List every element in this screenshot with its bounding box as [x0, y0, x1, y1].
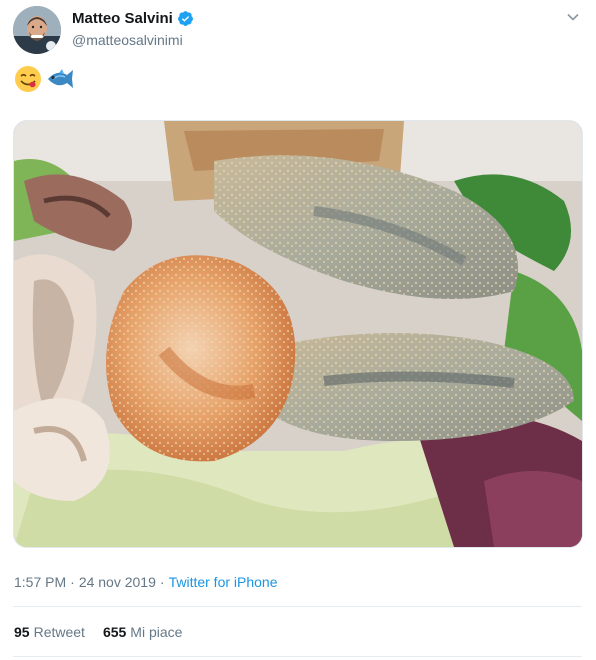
retweet-label: Retweet [33, 624, 85, 640]
user-handle[interactable]: @matteosalvinimi [72, 32, 183, 48]
like-count-link[interactable]: 655 Mi piace [103, 624, 183, 640]
verified-badge-icon [177, 10, 194, 27]
tweet-card: Matteo Salvini @matteosalvinimi 1:57 PM … [0, 0, 596, 660]
tweet-date[interactable]: 24 nov 2019 [79, 574, 156, 590]
tweet-source-link[interactable]: Twitter for iPhone [169, 574, 278, 590]
chevron-down-icon[interactable] [566, 10, 580, 24]
smiling-face-savoring-food-icon [14, 65, 42, 93]
divider [13, 656, 582, 657]
retweet-count-link[interactable]: 95 Retweet [14, 624, 85, 640]
tweet-timestamp-row: 1:57 PM · 24 nov 2019 · Twitter for iPho… [14, 574, 278, 590]
engagement-stats: 95 Retweet 655 Mi piace [14, 624, 182, 640]
like-count: 655 [102, 624, 127, 640]
tweet-photo[interactable] [13, 120, 583, 548]
retweet-count: 95 [14, 624, 30, 640]
profile-photo-icon [13, 6, 61, 54]
fish-icon [45, 65, 73, 93]
separator-dot: · [70, 574, 75, 590]
avatar[interactable] [13, 6, 61, 54]
food-photo-icon [14, 121, 582, 547]
like-label: Mi piace [130, 624, 183, 640]
divider [13, 606, 582, 607]
display-name[interactable]: Matteo Salvini [72, 10, 173, 27]
tweet-time[interactable]: 1:57 PM [14, 574, 66, 590]
separator-dot: · [159, 574, 165, 590]
tweet-text [14, 65, 73, 93]
author-name-row[interactable]: Matteo Salvini [72, 10, 194, 27]
